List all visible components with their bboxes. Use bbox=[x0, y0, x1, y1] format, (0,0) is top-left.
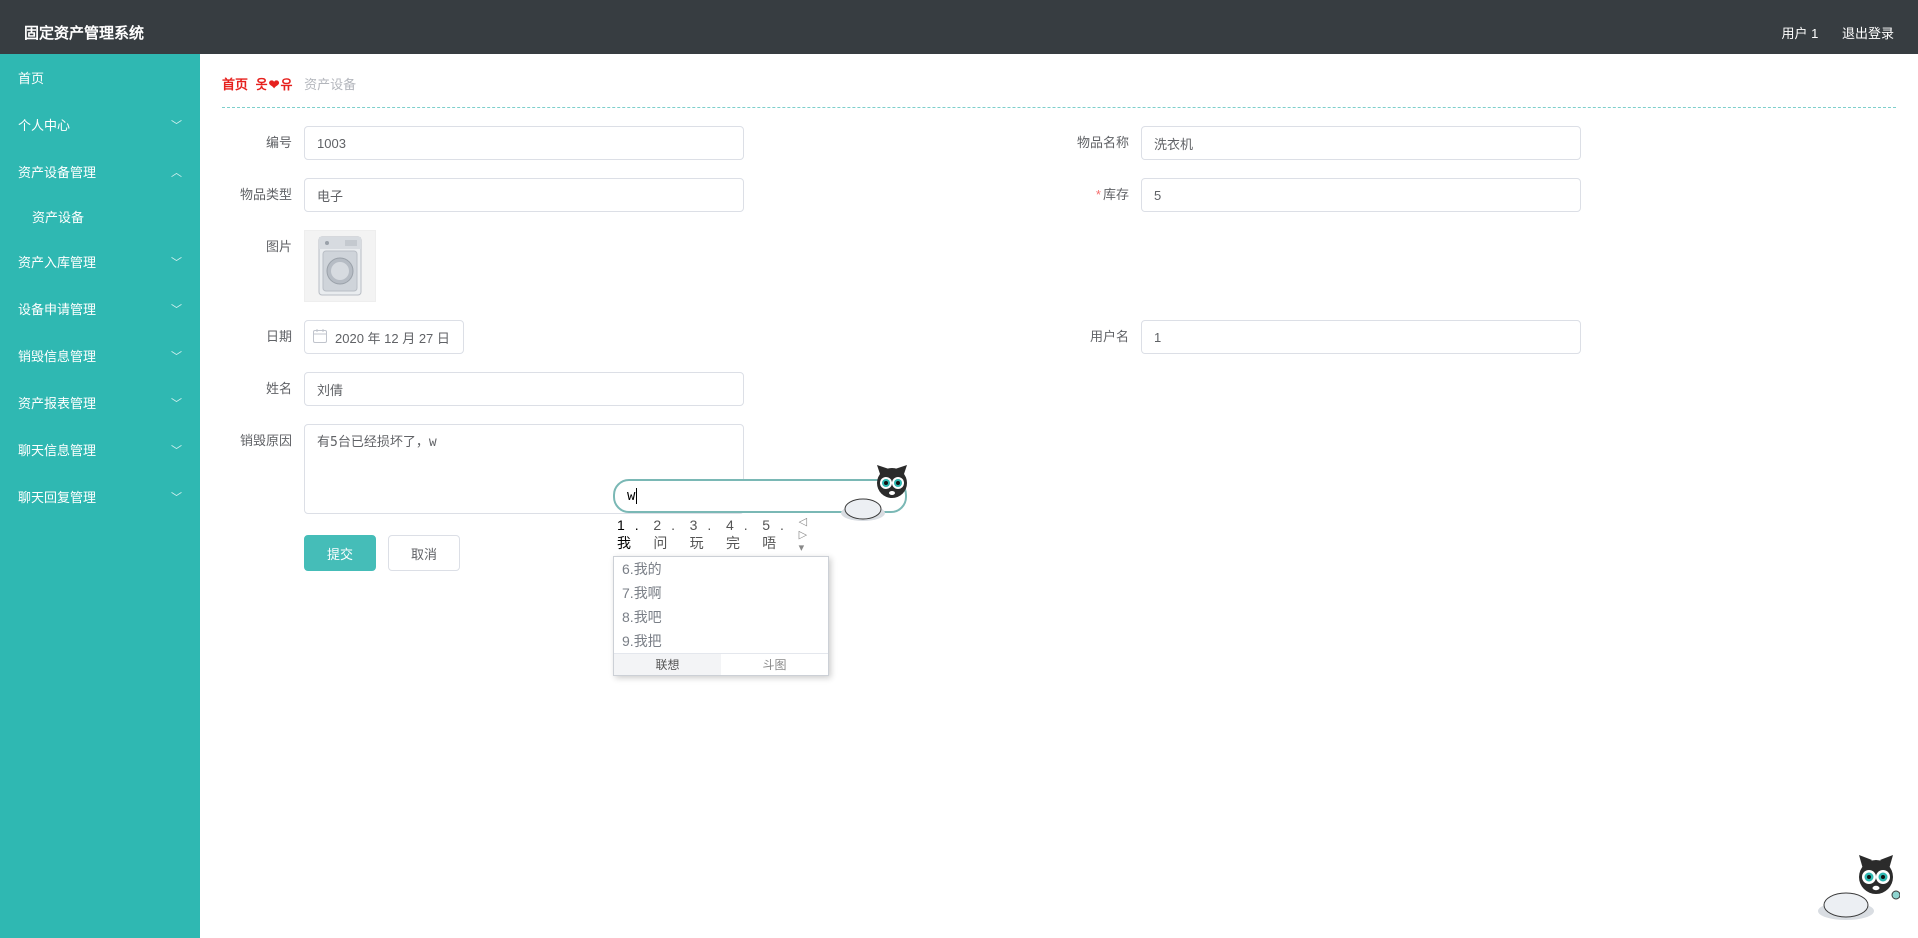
breadcrumb-home[interactable]: 首页 bbox=[222, 77, 248, 92]
sidebar-item-label: 首页 bbox=[18, 68, 44, 87]
label-type: 物品类型 bbox=[222, 178, 304, 212]
logout-link[interactable]: 退出登录 bbox=[1842, 26, 1894, 41]
chevron-down-icon: ﹀ bbox=[171, 348, 182, 364]
sidebar-subitem-asset-equip[interactable]: 资产设备 bbox=[0, 195, 200, 238]
label-id: 编号 bbox=[222, 126, 304, 160]
washing-machine-icon bbox=[305, 231, 375, 301]
label-date: 日期 bbox=[222, 320, 304, 354]
ime-nav-icons[interactable]: ◁ ▷ ▾ bbox=[799, 515, 815, 554]
label-username: 用户名 bbox=[1059, 320, 1141, 354]
input-username[interactable] bbox=[1141, 320, 1581, 354]
chevron-down-icon: ﹀ bbox=[171, 442, 182, 458]
sidebar-item-label: 销毁信息管理 bbox=[18, 346, 96, 365]
input-stock[interactable] bbox=[1141, 178, 1581, 212]
ime-input-bar[interactable]: w bbox=[613, 479, 907, 513]
ime-option[interactable]: 9.我把 bbox=[614, 629, 828, 653]
cancel-button[interactable]: 取消 bbox=[388, 535, 460, 571]
sidebar-item-equip-apply[interactable]: 设备申请管理 ﹀ bbox=[0, 285, 200, 332]
input-type[interactable] bbox=[304, 178, 744, 212]
ime-cursor bbox=[636, 488, 637, 504]
divider bbox=[222, 107, 1896, 108]
label-name: 物品名称 bbox=[1059, 126, 1141, 160]
app-brand: 固定资产管理系统 bbox=[24, 22, 144, 43]
chevron-down-icon: ﹀ bbox=[171, 117, 182, 133]
chevron-down-icon: ﹀ bbox=[171, 489, 182, 505]
chevron-down-icon: ﹀ bbox=[171, 395, 182, 411]
ime-candidate-row[interactable]: 1.我 2.问 3.玩 4.完 5.唔 ◁ ▷ ▾ bbox=[613, 515, 829, 554]
sidebar-item-label: 聊天回复管理 bbox=[18, 487, 96, 506]
asset-form: 编号 物品名称 物品类型 *库存 bbox=[222, 126, 1896, 571]
ime-tab-doutu[interactable]: 斗图 bbox=[721, 654, 828, 675]
sidebar-item-destroy-info[interactable]: 销毁信息管理 ﹀ bbox=[0, 332, 200, 379]
breadcrumb-current: 资产设备 bbox=[304, 77, 356, 92]
ime-option[interactable]: 8.我吧 bbox=[614, 605, 828, 629]
ime-tab-assoc[interactable]: 联想 bbox=[614, 654, 721, 675]
corner-mascot-icon[interactable] bbox=[1810, 855, 1900, 924]
ime-option[interactable]: 6.我的 bbox=[614, 557, 828, 581]
sidebar-item-label: 个人中心 bbox=[18, 115, 70, 134]
label-realname: 姓名 bbox=[222, 372, 304, 406]
topbar: 固定资产管理系统 用户 1 退出登录 bbox=[0, 10, 1918, 54]
input-date[interactable]: 2020 年 12 月 27 日 bbox=[304, 320, 464, 354]
chevron-up-icon: ︿ bbox=[171, 164, 182, 180]
image-thumbnail[interactable] bbox=[304, 230, 376, 302]
submit-button[interactable]: 提交 bbox=[304, 535, 376, 571]
sidebar-item-home[interactable]: 首页 bbox=[0, 54, 200, 101]
sidebar-item-asset-in[interactable]: 资产入库管理 ﹀ bbox=[0, 238, 200, 285]
ime-dropdown: 6.我的 7.我啊 8.我吧 9.我把 联想 斗图 bbox=[613, 556, 829, 676]
chevron-down-icon: ﹀ bbox=[171, 254, 182, 270]
sidebar-item-asset-equip[interactable]: 资产设备管理 ︿ bbox=[0, 148, 200, 195]
sidebar-item-label: 资产设备管理 bbox=[18, 162, 96, 181]
input-id[interactable] bbox=[304, 126, 744, 160]
ime-mascot-icon bbox=[833, 463, 911, 526]
chevron-down-icon: ﹀ bbox=[171, 301, 182, 317]
topbar-right: 用户 1 退出登录 bbox=[1762, 23, 1894, 42]
topbar-accent bbox=[0, 0, 1918, 10]
sidebar-item-label: 设备申请管理 bbox=[18, 299, 96, 318]
label-stock: *库存 bbox=[1059, 178, 1141, 212]
sidebar-item-label: 资产入库管理 bbox=[18, 252, 96, 271]
sidebar-item-profile[interactable]: 个人中心 ﹀ bbox=[0, 101, 200, 148]
sidebar-item-label: 资产报表管理 bbox=[18, 393, 96, 412]
sidebar-item-chat-reply[interactable]: 聊天回复管理 ﹀ bbox=[0, 473, 200, 520]
sidebar-item-label: 资产设备 bbox=[32, 210, 84, 225]
sidebar-item-asset-report[interactable]: 资产报表管理 ﹀ bbox=[0, 379, 200, 426]
label-image: 图片 bbox=[222, 230, 304, 264]
sidebar: 首页 个人中心 ﹀ 资产设备管理 ︿ 资产设备 资产入库管理 ﹀ 设备申请管理 … bbox=[0, 54, 200, 938]
input-name[interactable] bbox=[1141, 126, 1581, 160]
input-realname[interactable] bbox=[304, 372, 744, 406]
breadcrumb-decor: 옷❤유 bbox=[256, 77, 296, 92]
label-reason: 销毁原因 bbox=[222, 424, 304, 458]
main-content: 首页 옷❤유 资产设备 编号 物品名称 物品类型 bbox=[200, 54, 1918, 938]
ime-option[interactable]: 7.我啊 bbox=[614, 581, 828, 605]
sidebar-item-chat-info[interactable]: 聊天信息管理 ﹀ bbox=[0, 426, 200, 473]
user-link[interactable]: 用户 1 bbox=[1782, 26, 1819, 41]
breadcrumb: 首页 옷❤유 资产设备 bbox=[222, 74, 1896, 93]
ime-overlay: w bbox=[613, 479, 907, 676]
ime-typed-text: w bbox=[627, 488, 635, 504]
sidebar-item-label: 聊天信息管理 bbox=[18, 440, 96, 459]
